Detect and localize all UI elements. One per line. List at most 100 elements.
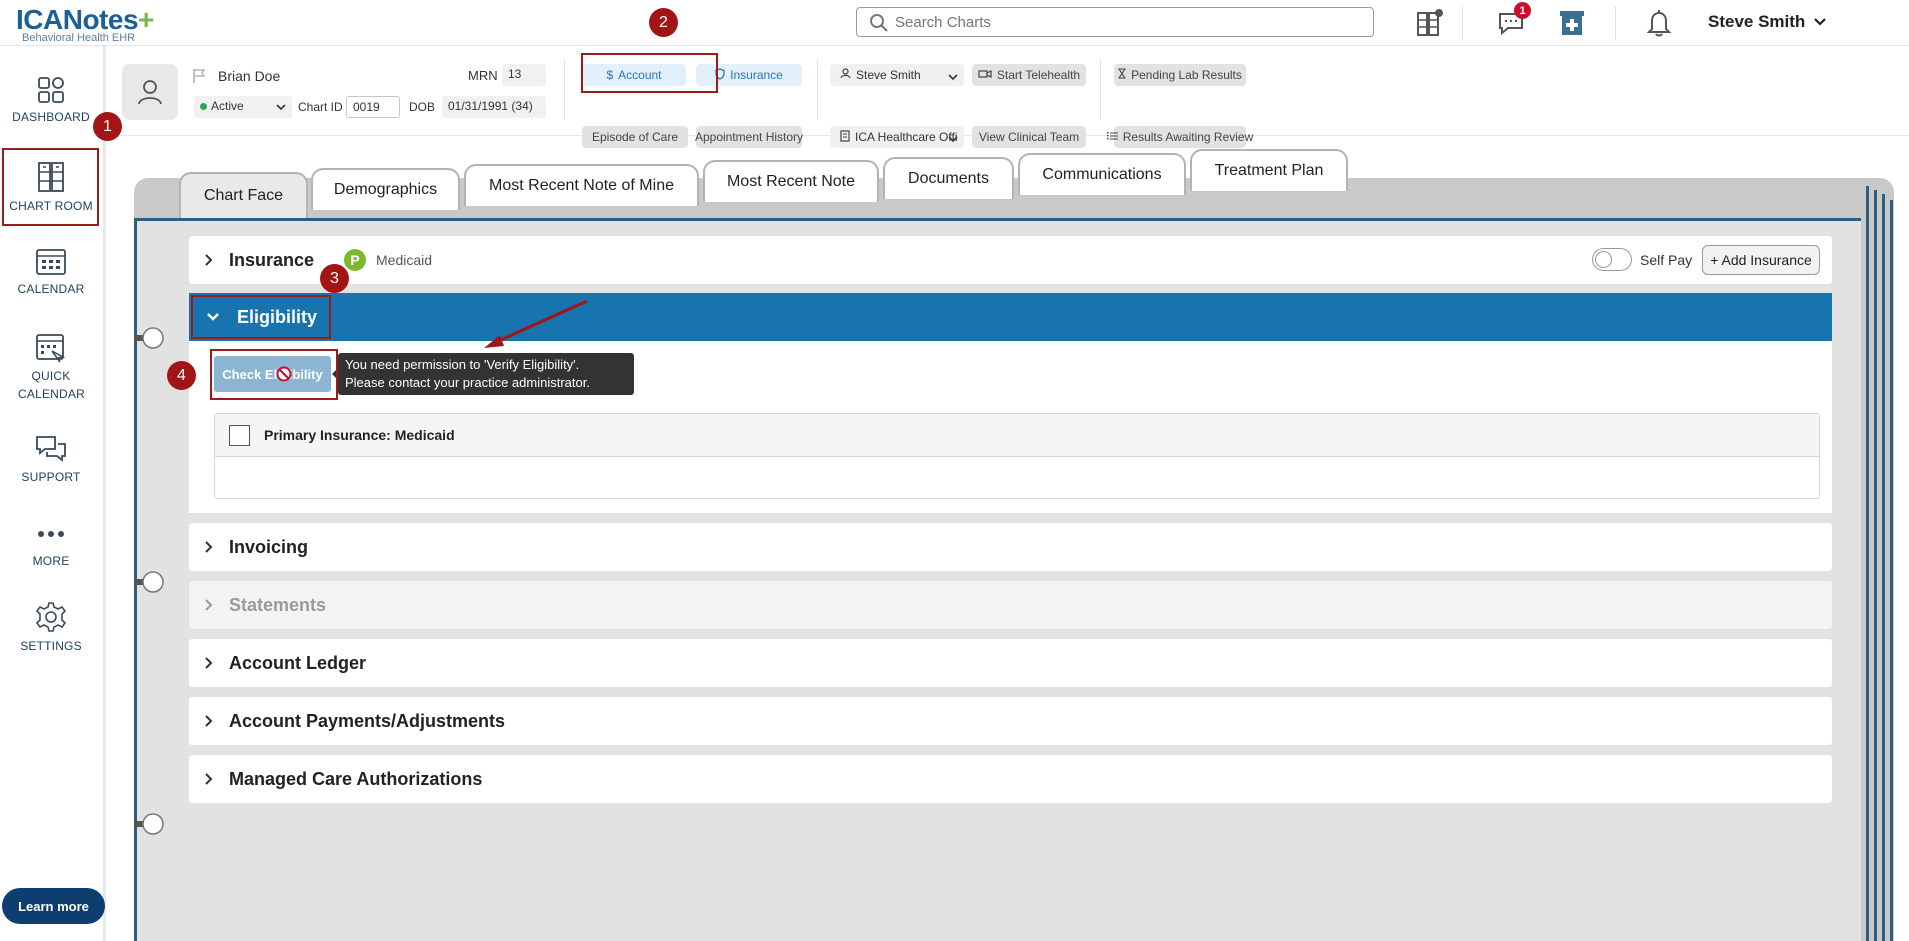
quick-calendar-icon (36, 334, 66, 363)
self-pay-label: Self Pay (1640, 252, 1693, 268)
step-marker: 2 (649, 8, 678, 37)
insurance-section-header[interactable]: Insurance (189, 236, 1832, 284)
patient-avatar[interactable] (122, 64, 178, 120)
account-payments-section-header[interactable]: Account Payments/Adjustments (189, 697, 1832, 745)
invoicing-section-header[interactable]: Invoicing (189, 523, 1832, 571)
status-select[interactable]: Active (194, 96, 292, 118)
binder-ring (134, 813, 164, 835)
chevron-down-icon (1814, 12, 1826, 32)
patient-header: Brian Doe MRN 13 Active Chart ID 0019 DO… (106, 46, 1909, 148)
add-insurance-button[interactable]: + Add Insurance (1702, 245, 1820, 275)
step-marker: 4 (167, 361, 196, 390)
status-value: Active (211, 99, 244, 113)
chevron-down-icon (948, 133, 958, 147)
chevron-down-icon (948, 71, 958, 85)
top-divider (1462, 6, 1463, 40)
sidebar-item-label: MORE (32, 554, 70, 568)
insurance-section-title: Insurance (229, 249, 315, 270)
tab-most-recent-note[interactable]: Most Recent Note (703, 160, 879, 202)
step-marker: 3 (320, 264, 349, 293)
sidebar-item-more[interactable]: MORE (0, 524, 102, 604)
video-camera-icon (978, 68, 992, 82)
permission-tooltip: You need permission to 'Verify Eligibili… (332, 353, 634, 395)
managed-care-section-header[interactable]: Managed Care Authorizations (189, 755, 1832, 803)
section-title: Managed Care Authorizations (229, 768, 483, 789)
sidebar-item-quick-calendar[interactable]: QUICK CALENDAR (0, 331, 102, 426)
tab-documents[interactable]: Documents (883, 157, 1014, 199)
results-awaiting-review-button[interactable]: Results Awaiting Review (1106, 126, 1253, 148)
list-icon (1106, 130, 1118, 144)
step-marker: 1 (93, 112, 122, 141)
pending-lab-results-button[interactable]: Pending Lab Results (1114, 64, 1246, 86)
tab-demographics[interactable]: Demographics (311, 168, 460, 210)
highlight-eligibility (191, 295, 331, 339)
chevron-right-icon (189, 714, 229, 728)
sidebar-item-support[interactable]: SUPPORT (0, 434, 102, 514)
sidebar-item-calendar[interactable]: CALENDAR (0, 246, 102, 326)
mrn-value: 13 (502, 64, 546, 86)
patient-name: Brian Doe (218, 68, 281, 84)
self-pay-toggle[interactable] (1592, 248, 1632, 271)
tab-treatment-plan[interactable]: Treatment Plan (1190, 149, 1348, 191)
logo-text: ICANotes (16, 4, 139, 35)
sidebar-item-dashboard[interactable]: DASHBOARD (0, 76, 102, 156)
page-edge (1890, 200, 1893, 941)
sidebar-item-settings[interactable]: SETTINGS (0, 601, 102, 681)
messages-badge: 1 (1514, 2, 1531, 19)
eligibility-section-header[interactable]: Eligibility (189, 293, 1832, 341)
chevron-right-icon (189, 656, 229, 670)
highlight-check-eligibility (210, 349, 338, 400)
logo-plus: + (138, 4, 155, 35)
primary-insurance-checkbox[interactable] (229, 425, 250, 446)
view-clinical-team-button[interactable]: View Clinical Team (972, 126, 1086, 148)
chevron-right-icon (189, 253, 229, 267)
primary-badge: P (344, 249, 366, 271)
sidebar-item-label: CALENDAR (17, 282, 85, 296)
office-select[interactable]: ICA Healthcare Offi (830, 126, 964, 148)
search-box[interactable] (856, 7, 1374, 37)
chart-cabinet-icon[interactable] (1412, 6, 1446, 40)
top-divider (1615, 6, 1616, 40)
chart-id-label: Chart ID (298, 100, 343, 114)
statements-section-header[interactable]: Statements (189, 581, 1832, 629)
user-menu[interactable]: Steve Smith (1708, 12, 1826, 32)
header-divider (817, 60, 818, 120)
chevron-right-icon (189, 772, 229, 786)
header-divider (1100, 60, 1101, 120)
support-icon (36, 436, 66, 462)
chart-id-value[interactable]: 0019 (346, 96, 400, 118)
user-icon (840, 68, 851, 82)
appointment-history-button[interactable]: Appointment History (695, 126, 803, 148)
account-ledger-section-header[interactable]: Account Ledger (189, 639, 1832, 687)
toggle-knob (1595, 251, 1612, 268)
highlight-chart-room (2, 148, 99, 226)
notifications-bell-icon[interactable] (1642, 6, 1676, 40)
tab-most-recent-note-of-mine[interactable]: Most Recent Note of Mine (464, 164, 699, 206)
user-name: Steve Smith (1708, 12, 1806, 31)
episode-of-care-button[interactable]: Episode of Care (582, 126, 688, 148)
learn-more-button[interactable]: Learn more (2, 888, 105, 924)
gear-icon (35, 602, 67, 632)
search-input[interactable] (895, 12, 1355, 32)
add-prescription-icon[interactable] (1555, 6, 1589, 40)
binder-ring (134, 327, 164, 349)
pending-lab-results-label: Pending Lab Results (1131, 68, 1242, 82)
primary-insurance-label: Primary Insurance: Medicaid (264, 427, 455, 443)
dob-value: 01/31/1991 (34) (442, 96, 546, 118)
provider-select[interactable]: Steve Smith (830, 64, 964, 86)
binder-ring (134, 571, 164, 593)
chevron-right-icon (189, 540, 229, 554)
logo-subtitle: Behavioral Health EHR (22, 32, 136, 44)
tab-communications[interactable]: Communications (1018, 153, 1186, 195)
start-telehealth-label: Start Telehealth (996, 68, 1081, 82)
sidebar-item-label: SUPPORT (21, 470, 81, 484)
start-telehealth-button[interactable]: Start Telehealth (972, 64, 1086, 86)
eligibility-insurance-table: Primary Insurance: Medicaid (214, 413, 1820, 499)
header-divider (564, 60, 565, 120)
tooltip-line: You need permission to 'Verify Eligibili… (345, 357, 580, 372)
chevron-right-icon (189, 598, 229, 612)
sidebar-item-label: SETTINGS (20, 639, 82, 653)
tab-chart-face[interactable]: Chart Face (179, 172, 308, 218)
flag-icon[interactable] (192, 68, 206, 89)
office-value: ICA Healthcare Offi (855, 130, 958, 144)
